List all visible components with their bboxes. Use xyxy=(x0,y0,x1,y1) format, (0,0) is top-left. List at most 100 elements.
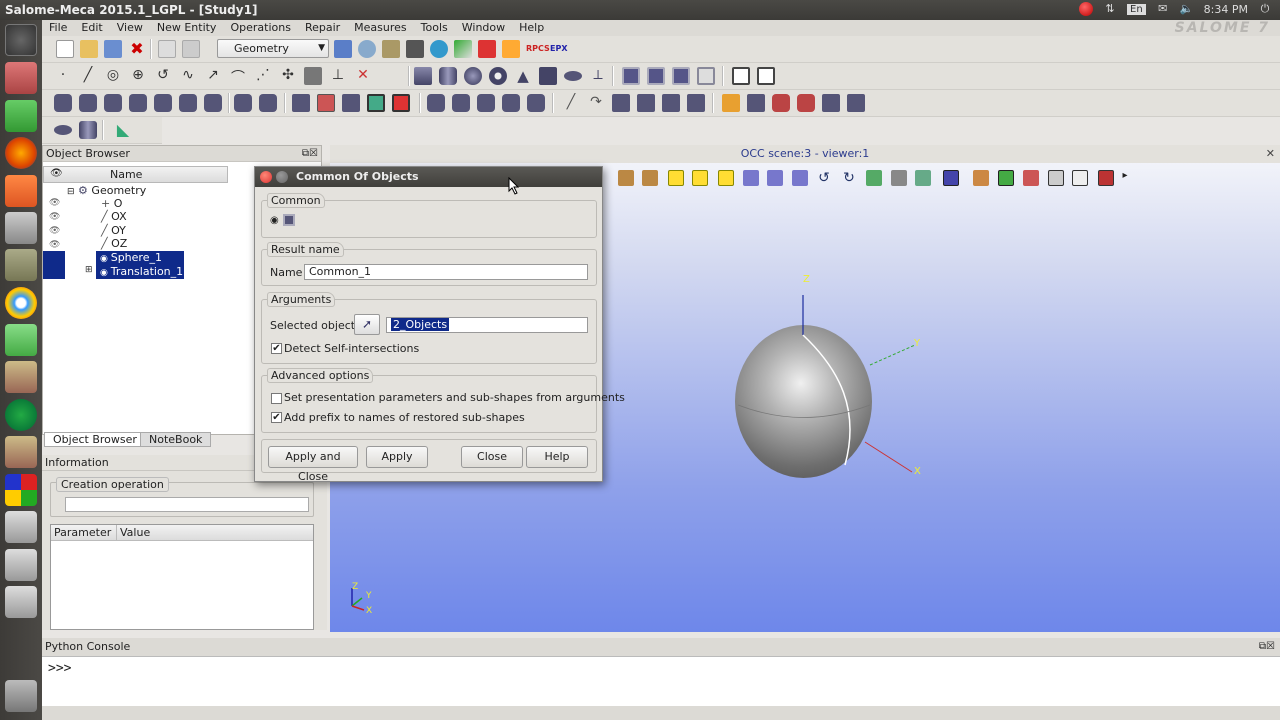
firefox-icon[interactable] xyxy=(5,137,37,169)
edge-icon[interactable]: ╱ xyxy=(562,94,580,112)
tree-item-selected[interactable]: ◉ Translation_1 xyxy=(96,265,184,279)
menu-new-entity[interactable]: New Entity xyxy=(150,20,224,36)
disk-primitive-icon[interactable] xyxy=(54,125,72,135)
trash-icon[interactable] xyxy=(5,680,37,712)
offset-icon[interactable] xyxy=(179,94,197,112)
name-column-header[interactable]: Name xyxy=(110,168,142,181)
dialog-minimize-icon[interactable] xyxy=(276,171,288,183)
cone-icon[interactable]: ▲ xyxy=(514,67,532,85)
epx-icon[interactable]: EPX xyxy=(550,40,568,58)
close-study-icon[interactable]: ✖ xyxy=(128,40,146,58)
yacs-icon[interactable] xyxy=(478,40,496,58)
parameter-table[interactable]: Parameter Value xyxy=(50,524,314,630)
sync-view-icon[interactable] xyxy=(1098,170,1114,186)
graduated-axes-icon[interactable] xyxy=(998,170,1014,186)
copy-icon[interactable] xyxy=(158,40,176,58)
torus-icon[interactable] xyxy=(489,67,507,85)
menu-repair[interactable]: Repair xyxy=(298,20,347,36)
fit-all-icon[interactable] xyxy=(668,170,684,186)
rotate-cw-icon[interactable]: ↻ xyxy=(841,170,857,186)
point-icon[interactable]: · xyxy=(54,67,72,85)
partition-icon[interactable] xyxy=(392,94,410,112)
trihedron-icon[interactable] xyxy=(915,170,931,186)
marker-icon[interactable]: ⊥ xyxy=(329,67,347,85)
inspect-icon[interactable] xyxy=(757,67,775,85)
rectangle-icon[interactable] xyxy=(539,67,557,85)
tree-item-selected[interactable]: ◉ Sphere_1 xyxy=(96,251,184,265)
software-center-icon[interactable] xyxy=(5,175,37,207)
network-icon[interactable]: ⇅ xyxy=(1103,2,1117,16)
circle-icon[interactable]: ◎ xyxy=(104,67,122,85)
rotate-ccw-icon[interactable]: ↺ xyxy=(816,170,832,186)
view-back-icon[interactable] xyxy=(767,170,783,186)
value-column-header[interactable]: Value xyxy=(116,525,150,541)
cylinder-icon[interactable] xyxy=(439,67,457,85)
paste-icon[interactable] xyxy=(182,40,200,58)
drive-icon-2[interactable] xyxy=(5,549,37,581)
plane-icon[interactable] xyxy=(304,67,322,85)
face-icon[interactable]: ⟂ xyxy=(589,67,607,85)
minimize-view-icon[interactable] xyxy=(1072,170,1088,186)
face-build-icon[interactable] xyxy=(612,94,630,112)
cut-icon[interactable] xyxy=(672,67,690,85)
set-presentation-checkbox[interactable] xyxy=(271,393,282,404)
dump-view-icon[interactable] xyxy=(618,170,634,186)
zoom-icon[interactable] xyxy=(718,170,734,186)
expand-icon[interactable]: ⊞ xyxy=(85,265,93,275)
dialog-close-icon[interactable] xyxy=(260,171,272,183)
eye-icon[interactable]: 👁 xyxy=(49,226,60,236)
eye-icon[interactable]: 👁 xyxy=(49,240,60,250)
vector-line-icon[interactable]: ↗ xyxy=(204,67,222,85)
fit-area-icon[interactable] xyxy=(692,170,708,186)
paravis-icon[interactable] xyxy=(430,40,448,58)
ambient-light-icon[interactable] xyxy=(1023,170,1039,186)
filling-icon[interactable] xyxy=(342,94,360,112)
eye-icon[interactable]: 👁 xyxy=(49,198,60,208)
clone-view-icon[interactable] xyxy=(891,170,907,186)
fillet-icon[interactable] xyxy=(477,94,495,112)
curve-icon[interactable]: ∿ xyxy=(179,67,197,85)
menu-window[interactable]: Window xyxy=(455,20,512,36)
multi-translation-icon[interactable] xyxy=(234,94,252,112)
clock[interactable]: 8:34 PM xyxy=(1204,3,1248,16)
keyboard-layout[interactable]: En xyxy=(1127,3,1146,15)
eye-icon[interactable]: 👁 xyxy=(49,212,60,222)
archive-icon[interactable] xyxy=(5,249,37,281)
tree-item[interactable]: ╱ OX xyxy=(101,210,127,224)
tree-root[interactable]: ⊟ ⚙ Geometry xyxy=(67,184,146,198)
apply-button[interactable]: Apply xyxy=(366,446,428,468)
chamfer-icon[interactable] xyxy=(502,94,520,112)
chrome-icon[interactable] xyxy=(5,287,37,319)
plot2d-icon[interactable] xyxy=(454,40,472,58)
pipe-tshape-icon[interactable] xyxy=(79,121,97,139)
python-console[interactable]: >>> xyxy=(42,656,1280,706)
scaling-icon[interactable] xyxy=(973,170,989,186)
shell-icon[interactable] xyxy=(637,94,655,112)
polyline-icon[interactable]: ⌒ xyxy=(229,67,247,86)
local-cs-icon[interactable]: ✣ xyxy=(279,67,297,85)
menu-operations[interactable]: Operations xyxy=(223,20,297,36)
translation-icon[interactable] xyxy=(54,94,72,112)
clipping-icon[interactable] xyxy=(943,170,959,186)
view-top-icon[interactable] xyxy=(792,170,808,186)
wire-icon[interactable]: ↷ xyxy=(587,94,605,112)
reset-view-icon[interactable] xyxy=(1048,170,1064,186)
rotation-icon[interactable] xyxy=(79,94,97,112)
more-tools-icon[interactable]: ▸ xyxy=(1117,170,1133,186)
view-front-icon[interactable] xyxy=(743,170,759,186)
close-contour-icon[interactable] xyxy=(797,94,815,112)
menu-tools[interactable]: Tools xyxy=(414,20,455,36)
tree-item[interactable]: ╱ OZ xyxy=(101,237,127,251)
explode-icon[interactable] xyxy=(747,94,765,112)
new-icon[interactable] xyxy=(56,40,74,58)
power-icon[interactable]: ⏻ xyxy=(1258,2,1272,16)
visibility-column-icon[interactable]: 👁 xyxy=(50,168,63,179)
tree-item[interactable]: ╱ OY xyxy=(101,224,126,238)
disk-icon[interactable] xyxy=(564,71,582,81)
rotation-icon[interactable] xyxy=(866,170,882,186)
files-icon[interactable] xyxy=(5,62,37,94)
volume-icon[interactable]: 🔈 xyxy=(1180,2,1194,16)
module-combo[interactable]: Geometry xyxy=(217,39,329,58)
app-grid-icon[interactable] xyxy=(5,474,37,506)
menu-file[interactable]: File xyxy=(42,20,74,36)
